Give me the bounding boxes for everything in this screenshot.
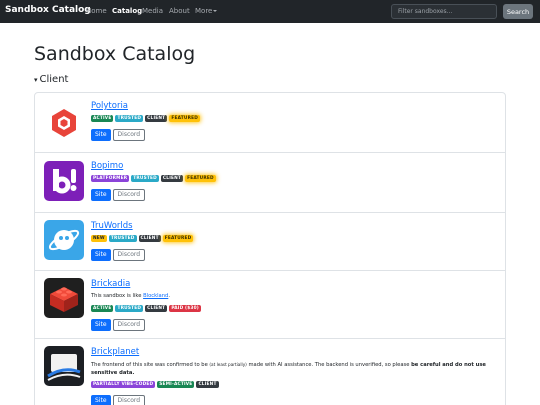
disclosure-triangle-icon: ▾ (34, 76, 38, 84)
list-item: TruWorlds NEW TRUSTED CLIENT FEATURED Site D… (35, 213, 505, 271)
sandbox-name-link[interactable]: TruWorlds (91, 221, 501, 231)
discord-button[interactable]: Discord (112, 249, 146, 261)
section-label: Client (39, 74, 69, 85)
sandbox-list: Polytoria ACTIVE TRUSTED CLIENT FEATURED Si… (34, 92, 506, 405)
sandbox-name-link[interactable]: Bopimo (91, 161, 501, 171)
brickplanet-logo-icon (44, 346, 84, 386)
sandbox-name-link[interactable]: Polytoria (91, 101, 501, 111)
list-item: Brickplanet The frontend of this site wa… (35, 339, 505, 405)
description-small-text: (at least partially) (209, 362, 247, 367)
bopimo-logo-icon (44, 161, 84, 201)
polytoria-logo-icon (44, 103, 84, 143)
status-badge: FEATURED (162, 235, 194, 242)
brand-link[interactable]: Sandbox Catalog (5, 5, 91, 15)
nav-home[interactable]: Home (86, 7, 107, 15)
site-button[interactable]: Site (91, 129, 111, 141)
list-item: Bopimo PLATFORMER TRUSTED CLIENT FEATURED S… (35, 153, 505, 213)
status-badge: CLIENT (196, 381, 219, 388)
status-badge: CLIENT (145, 115, 168, 122)
status-badge: ACTIVE (91, 304, 114, 312)
blockland-link[interactable]: Blockland (143, 293, 168, 299)
status-badge: FEATURED (185, 175, 216, 182)
status-badge: ACTIVE (91, 115, 114, 122)
sandbox-name-link[interactable]: Brickplanet (91, 347, 501, 357)
page-title: Sandbox Catalog (34, 43, 196, 65)
nav-more-dropdown[interactable]: More (195, 7, 218, 15)
site-button[interactable]: Site (91, 395, 111, 405)
status-badge: PLATFORMER (91, 175, 130, 182)
status-badge: FEATURED (169, 115, 201, 122)
status-badge: CLIENT (160, 175, 184, 182)
status-badge: TRUSTED (108, 235, 137, 242)
nav-catalog[interactable]: Catalog (112, 7, 142, 15)
status-badge: PARTIALLY VIBE-CODED (91, 381, 156, 388)
top-navbar: Sandbox Catalog Home Catalog Media About… (0, 0, 540, 23)
sandbox-name-link[interactable]: Brickadia (91, 279, 501, 289)
description-text: . (168, 293, 170, 299)
status-badge: PAID ($30) (169, 304, 201, 312)
status-badge: CLIENT (138, 235, 161, 242)
truworlds-logo-icon (44, 220, 84, 260)
search-input[interactable] (391, 4, 497, 19)
discord-button[interactable]: Discord (112, 318, 146, 331)
site-button[interactable]: Site (91, 318, 111, 331)
status-badge: TRUSTED (115, 304, 144, 312)
description-text: This sandbox is like (91, 293, 144, 299)
section-toggle-client[interactable]: ▾ Client (34, 74, 68, 85)
site-button[interactable]: Site (91, 189, 111, 201)
description-text: The frontend of this site was confirmed … (91, 362, 210, 368)
nav-more-label: More (195, 7, 213, 15)
list-item: Brickadia This sandbox is like Blockland… (35, 271, 505, 339)
brickadia-logo-icon (44, 278, 84, 318)
discord-button[interactable]: Discord (112, 395, 146, 405)
nav-about[interactable]: About (169, 7, 190, 15)
status-badge: NEW (91, 235, 107, 242)
status-badge: TRUSTED (115, 115, 144, 122)
site-button[interactable]: Site (91, 249, 111, 261)
caret-down-icon (213, 10, 218, 12)
status-badge: TRUSTED (131, 175, 159, 182)
sandbox-description: This sandbox is like Blockland. (91, 293, 501, 301)
status-badge: SEMI-ACTIVE (157, 381, 195, 388)
discord-button[interactable]: Discord (112, 189, 146, 201)
nav-media[interactable]: Media (142, 7, 163, 15)
sandbox-description: The frontend of this site was confirmed … (91, 361, 501, 377)
list-item: Polytoria ACTIVE TRUSTED CLIENT FEATURED Si… (35, 93, 505, 153)
search-button[interactable]: Search (503, 4, 533, 19)
description-text: made with AI assistance. The backend is … (246, 362, 412, 368)
status-badge: CLIENT (145, 304, 168, 312)
discord-button[interactable]: Discord (112, 129, 146, 141)
